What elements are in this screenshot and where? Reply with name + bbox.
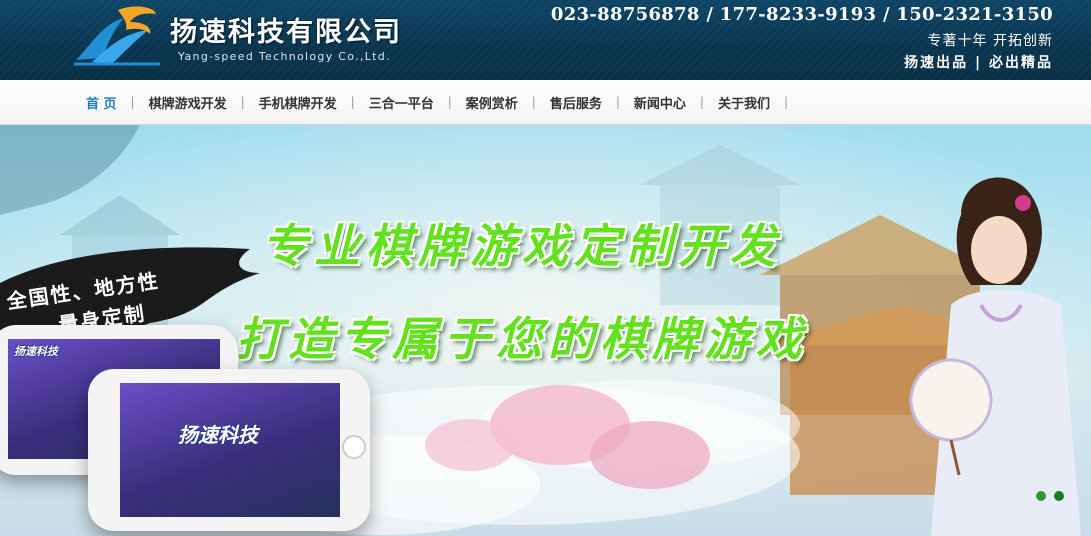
character-illustration: [909, 177, 1081, 536]
main-nav: 首 页 | 棋牌游戏开发 | 手机棋牌开发 | 三合一平台 | 案例赏析 | 售…: [0, 80, 1091, 125]
phone-app-logo-large: 扬速科技: [178, 423, 258, 447]
nav-item-news[interactable]: 新闻中心: [620, 93, 700, 112]
nav-item-three-in-one-platform[interactable]: 三合一平台: [355, 93, 448, 112]
hero-banner[interactable]: 专业棋牌游戏定制开发 打造专属于您的棋牌游戏 全国性、地方性 量身定制 扬速科技…: [0, 125, 1091, 536]
nav-separator: |: [783, 95, 789, 109]
banner-headline-1: 专业棋牌游戏定制开发: [262, 219, 782, 273]
contact-phones: 023-88756878 / 177-8233-9193 / 150-2321-…: [550, 4, 1053, 25]
phone-app-logo-small: 扬速科技: [14, 345, 58, 358]
nav-item-chess-game-dev[interactable]: 棋牌游戏开发: [135, 93, 241, 112]
company-name: 扬速科技有限公司: [170, 17, 402, 48]
slogan-line-1: 专著十年 开拓创新: [927, 33, 1053, 49]
company-logo[interactable]: [72, 4, 162, 68]
phone-screen-front: 扬速科技: [120, 383, 340, 517]
nav-item-after-sales[interactable]: 售后服务: [536, 93, 616, 112]
nav-item-mobile-chess-dev[interactable]: 手机棋牌开发: [245, 93, 351, 112]
nav-item-cases[interactable]: 案例赏析: [452, 93, 532, 112]
carousel-dot-2[interactable]: [1054, 491, 1064, 501]
nav-item-home[interactable]: 首 页: [72, 93, 131, 112]
nav-list: 首 页 | 棋牌游戏开发 | 手机棋牌开发 | 三合一平台 | 案例赏析 | 售…: [72, 80, 788, 124]
phone-home-button: [342, 435, 366, 459]
site-header: 扬速科技有限公司 Yang-speed Technology Co.,Ltd. …: [0, 0, 1091, 80]
company-english-name: Yang-speed Technology Co.,Ltd.: [178, 50, 391, 63]
nav-item-about[interactable]: 关于我们: [704, 93, 784, 112]
carousel-dot-1[interactable]: [1036, 491, 1046, 501]
slogan-line-2: 扬速出品 | 必出精品: [904, 55, 1053, 71]
banner-headline-2: 打造专属于您的棋牌游戏: [236, 312, 808, 366]
phone-mockup-front: 扬速科技: [88, 369, 370, 531]
